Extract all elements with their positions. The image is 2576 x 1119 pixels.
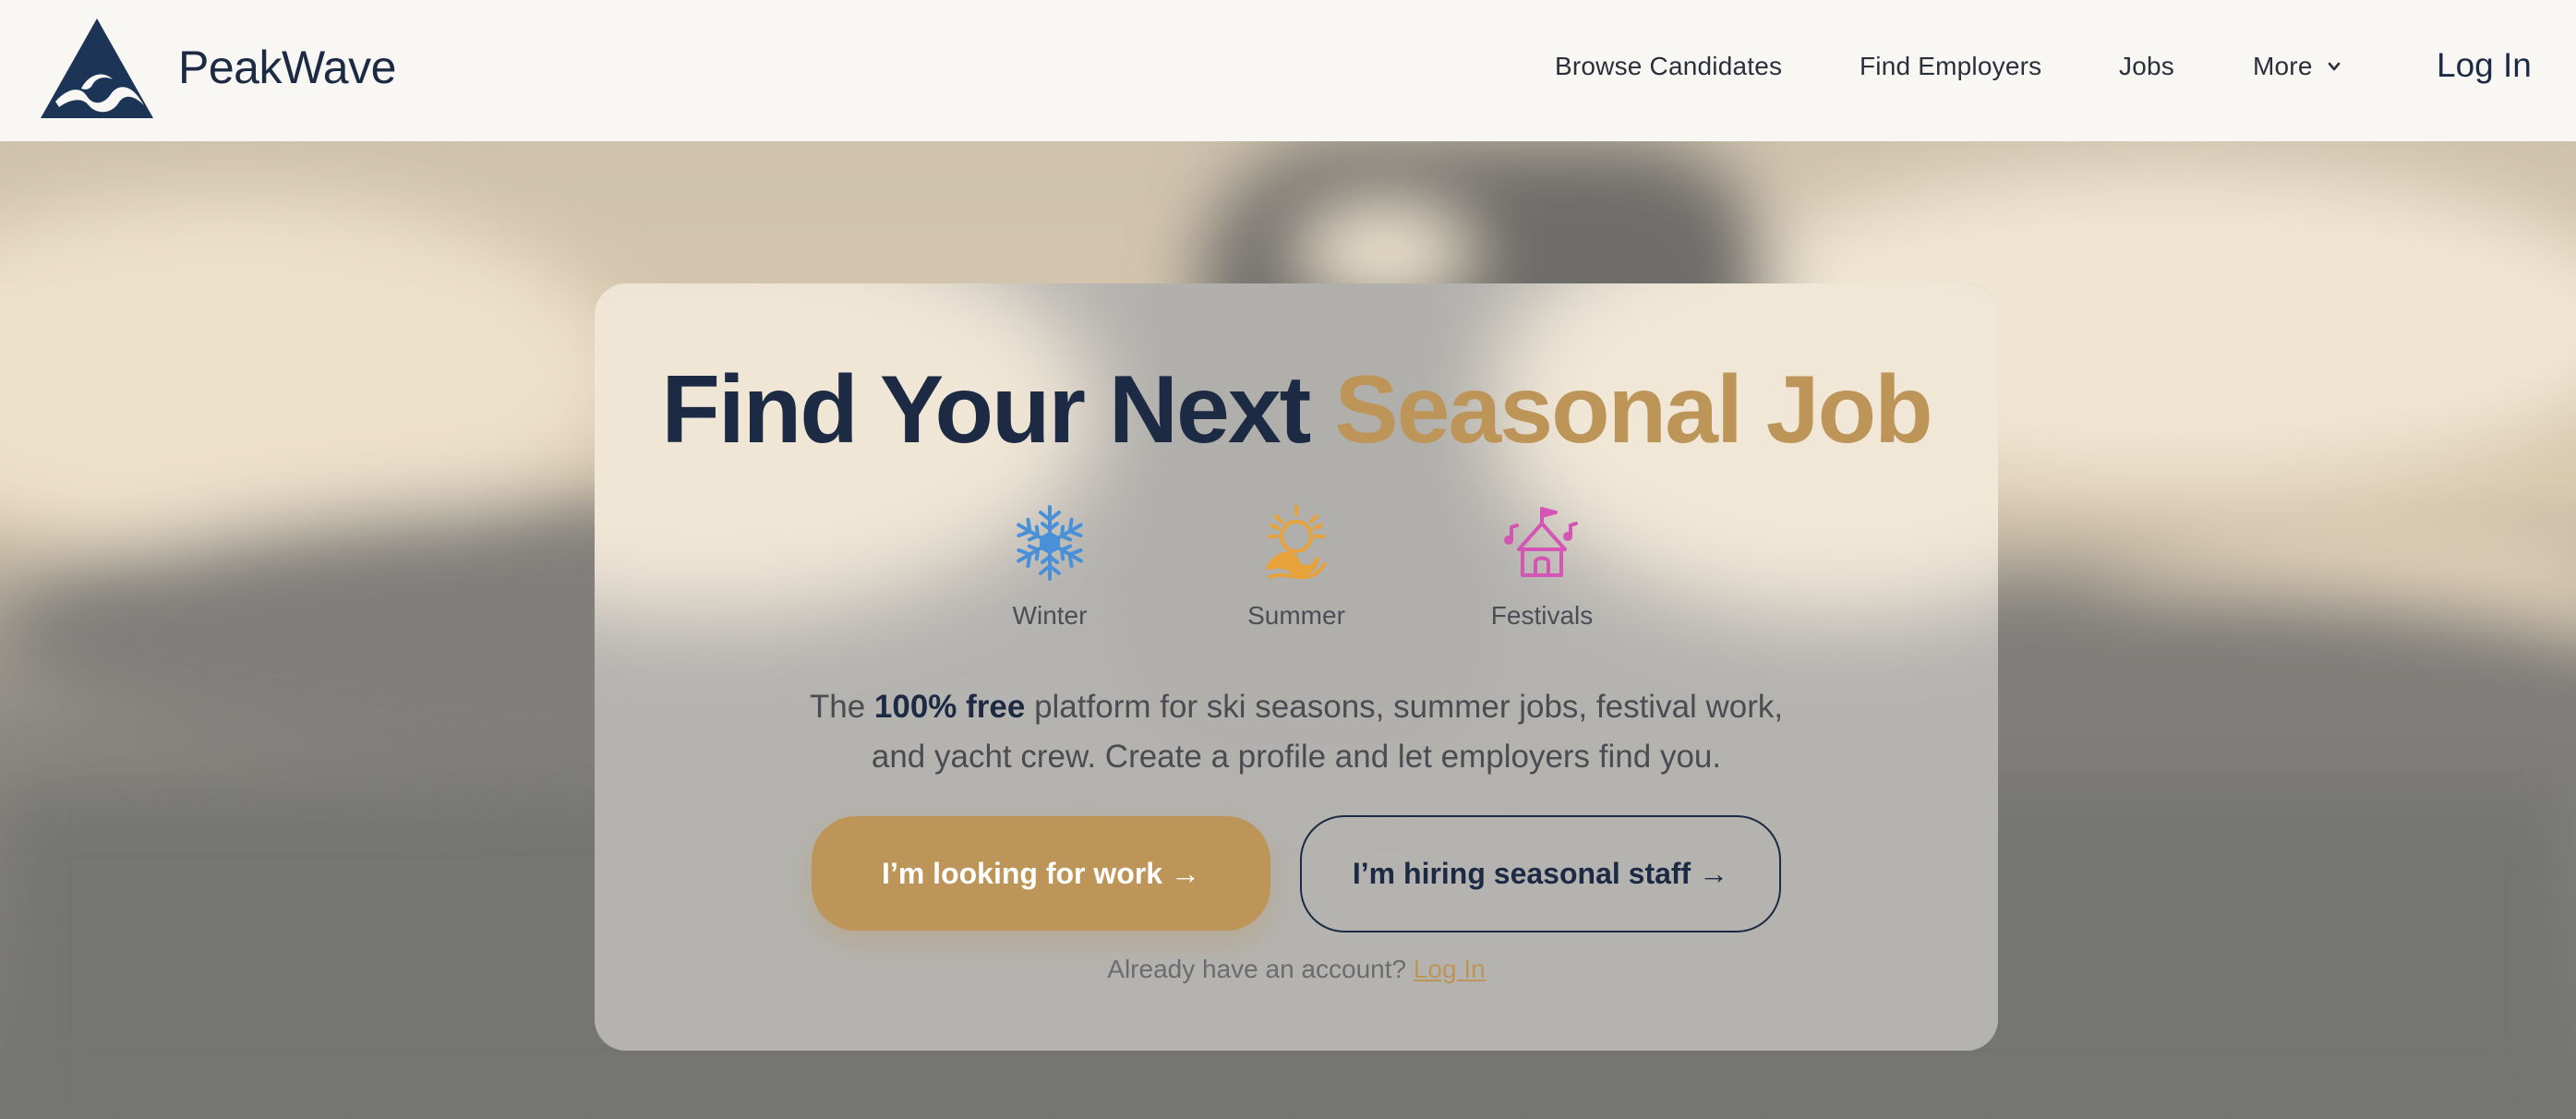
hiring-staff-button[interactable]: I’m hiring seasonal staff → <box>1300 815 1781 932</box>
season-winter: Winter <box>957 503 1142 631</box>
peakwave-logo-icon[interactable] <box>39 17 155 120</box>
brand-name[interactable]: PeakWave <box>178 41 396 94</box>
nav-jobs[interactable]: Jobs <box>2119 52 2174 81</box>
hero-section: Find Your Next Seasonal Job Winter Summe… <box>0 141 2576 1119</box>
looking-for-work-button[interactable]: I’m looking for work → <box>812 816 1270 931</box>
nav-more-dropdown[interactable]: More <box>2253 52 2342 81</box>
chevron-down-icon <box>2328 62 2340 71</box>
headline-main: Find Your Next <box>661 356 1335 463</box>
account-prompt-text: Already have an account? <box>1107 955 1407 983</box>
headline-accent: Seasonal Job <box>1334 356 1932 463</box>
account-prompt: Already have an account? Log In <box>595 955 1998 984</box>
nav-more-label: More <box>2253 52 2313 80</box>
sun-wave-icon <box>1266 505 1327 580</box>
snowflake-icon <box>1012 505 1088 581</box>
desc-line1-rest: platform for ski seasons, summer jobs, f… <box>1025 689 1784 725</box>
season-label-winter: Winter <box>1012 601 1088 630</box>
nav-browse-candidates[interactable]: Browse Candidates <box>1555 52 1782 81</box>
nav-login-link[interactable]: Log In <box>2437 46 2532 85</box>
hero-card: Find Your Next Seasonal Job Winter Summe… <box>595 283 1998 1051</box>
card-content: Find Your Next Seasonal Job Winter Summe… <box>595 283 1998 1051</box>
card-login-link[interactable]: Log In <box>1414 955 1486 983</box>
hero-description: The 100% free platform for ski seasons, … <box>595 682 1998 782</box>
desc-prefix: The <box>809 689 874 725</box>
desc-line2: and yacht crew. Create a profile and let… <box>871 739 1722 775</box>
nav-find-employers[interactable]: Find Employers <box>1860 52 2041 81</box>
hero-headline: Find Your Next Seasonal Job <box>595 355 1998 465</box>
season-festivals: Festivals <box>1450 503 1634 631</box>
season-label-festivals: Festivals <box>1490 601 1594 630</box>
festival-tent-icon <box>1504 507 1578 577</box>
season-label-summer: Summer <box>1247 601 1345 630</box>
top-nav: PeakWave Browse Candidates Find Employer… <box>0 0 2576 141</box>
desc-bold: 100% free <box>873 689 1026 725</box>
season-summer: Summer <box>1204 503 1389 631</box>
